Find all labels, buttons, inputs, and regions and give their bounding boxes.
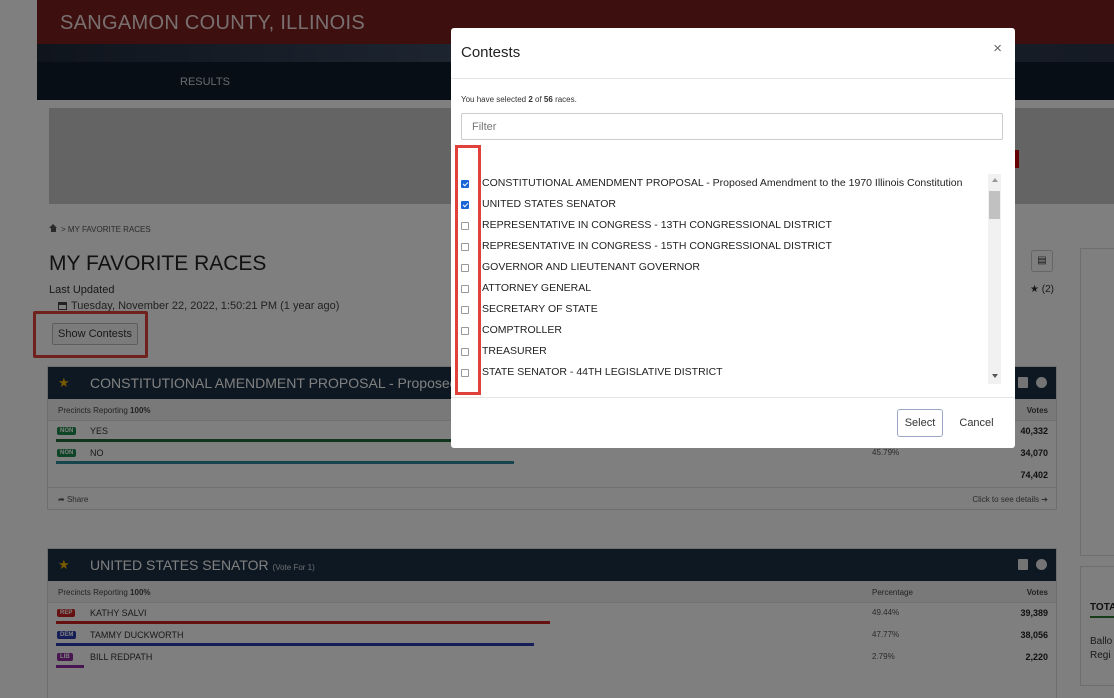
- contests-modal: Contests × You have selected 2 of 56 rac…: [451, 28, 1015, 448]
- contest-item[interactable]: REPRESENTATIVE IN CONGRESS - 13TH CONGRE…: [461, 218, 989, 232]
- contest-label: STATE SENATOR - 44TH LEGISLATIVE DISTRIC…: [482, 366, 723, 378]
- contest-label: CONSTITUTIONAL AMENDMENT PROPOSAL - Prop…: [482, 177, 963, 189]
- modal-divider: [451, 78, 1015, 79]
- scroll-up-icon[interactable]: [992, 178, 998, 182]
- modal-title: Contests: [461, 44, 521, 61]
- contest-label: ATTORNEY GENERAL: [482, 282, 592, 294]
- contest-item[interactable]: TREASURER: [461, 344, 989, 358]
- contest-label: REPRESENTATIVE IN CONGRESS - 15TH CONGRE…: [482, 240, 832, 252]
- modal-divider: [451, 397, 1015, 398]
- contest-label: TREASURER: [482, 345, 547, 357]
- contest-item[interactable]: ATTORNEY GENERAL: [461, 281, 989, 295]
- scroll-down-icon[interactable]: [992, 374, 998, 378]
- cancel-button[interactable]: Cancel: [951, 409, 1002, 437]
- contest-label: UNITED STATES SENATOR: [482, 198, 616, 210]
- contest-list: CONSTITUTIONAL AMENDMENT PROPOSAL - Prop…: [461, 176, 989, 396]
- scrollbar-thumb[interactable]: [989, 191, 1000, 219]
- contest-item[interactable]: GOVERNOR AND LIEUTENANT GOVERNOR: [461, 260, 989, 274]
- contest-label: REPRESENTATIVE IN CONGRESS - 13TH CONGRE…: [482, 219, 832, 231]
- contest-item[interactable]: REPRESENTATIVE IN CONGRESS - 15TH CONGRE…: [461, 239, 989, 253]
- selection-summary: You have selected 2 of 56 races.: [461, 95, 577, 104]
- contest-item[interactable]: CONSTITUTIONAL AMENDMENT PROPOSAL - Prop…: [461, 176, 989, 190]
- contest-item[interactable]: STATE SENATOR - 44TH LEGISLATIVE DISTRIC…: [461, 365, 989, 379]
- contest-label: COMPTROLLER: [482, 324, 562, 336]
- contest-label: SECRETARY OF STATE: [482, 303, 598, 315]
- contest-item[interactable]: UNITED STATES SENATOR: [461, 197, 989, 211]
- contest-item[interactable]: SECRETARY OF STATE: [461, 302, 989, 316]
- filter-input[interactable]: [461, 113, 1003, 140]
- checkbox-column-highlight: [455, 145, 481, 395]
- close-icon[interactable]: ×: [993, 40, 1002, 57]
- contest-label: GOVERNOR AND LIEUTENANT GOVERNOR: [482, 261, 701, 273]
- contest-item[interactable]: COMPTROLLER: [461, 323, 989, 337]
- select-button[interactable]: Select: [897, 409, 943, 437]
